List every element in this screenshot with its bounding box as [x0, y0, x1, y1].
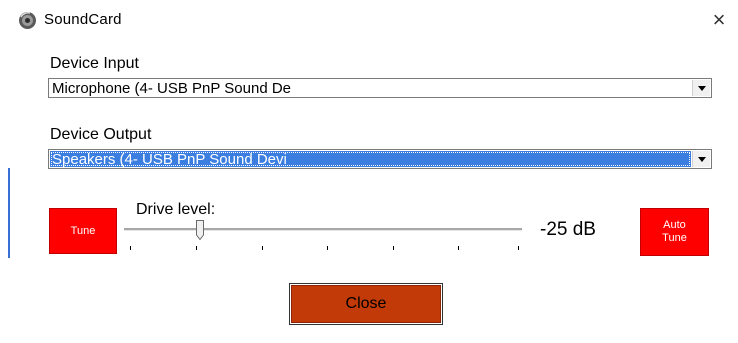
- drive-level-slider-thumb[interactable]: [196, 220, 204, 241]
- speaker-icon: [18, 11, 37, 30]
- device-output-select[interactable]: Speakers (4- USB PnP Sound Devi: [48, 149, 712, 169]
- chevron-down-icon[interactable]: [692, 151, 710, 167]
- device-input-select[interactable]: Microphone (4- USB PnP Sound De: [48, 78, 712, 98]
- device-output-label: Device Output: [50, 126, 152, 143]
- close-button-label: Close: [345, 295, 387, 312]
- slider-tick: [196, 246, 197, 250]
- drive-level-readout: -25 dB: [540, 219, 596, 240]
- chevron-down-icon[interactable]: [692, 80, 710, 96]
- slider-tick: [327, 246, 328, 250]
- tune-button[interactable]: Tune: [49, 208, 117, 254]
- slider-tick: [518, 246, 519, 250]
- tune-button-label: Tune: [70, 224, 96, 237]
- slider-tick: [458, 246, 459, 250]
- slider-tick: [393, 246, 394, 250]
- window-edge-marker: [8, 168, 10, 258]
- close-button[interactable]: Close: [289, 283, 443, 325]
- auto-tune-button[interactable]: Auto Tune: [640, 208, 709, 256]
- soundcard-dialog: SoundCard × Device Input Microphone (4- …: [0, 0, 738, 343]
- close-icon[interactable]: ×: [706, 7, 732, 33]
- device-input-value: Microphone (4- USB PnP Sound De: [52, 80, 292, 96]
- window-title: SoundCard: [44, 11, 122, 28]
- drive-level-label: Drive level:: [136, 201, 216, 218]
- slider-tick: [130, 246, 131, 250]
- drive-level-slider-track[interactable]: [124, 228, 522, 231]
- auto-tune-label-line1: Auto: [663, 219, 686, 231]
- device-input-label: Device Input: [50, 55, 139, 72]
- device-output-value: Speakers (4- USB PnP Sound Devi: [50, 151, 691, 167]
- auto-tune-label-line2: Tune: [662, 232, 687, 244]
- slider-tick: [262, 246, 263, 250]
- title-bar[interactable]: SoundCard ×: [0, 0, 738, 40]
